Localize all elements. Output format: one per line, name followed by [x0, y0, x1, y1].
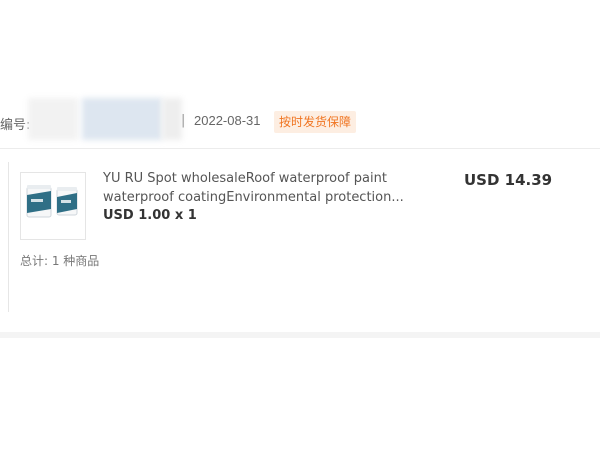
order-number-label: 编号:: [0, 118, 31, 133]
order-list-page: 编号: | 2022-08-31 按时发货保障 YU RU Spot whole…: [0, 0, 600, 450]
product-thumbnail[interactable]: [20, 172, 86, 240]
order-body: YU RU Spot wholesaleRoof waterproof pain…: [0, 149, 600, 334]
divider: [8, 162, 9, 312]
section-divider: [0, 332, 600, 338]
order-total-amount: USD 14.39: [464, 171, 553, 189]
redacted-order-number: [82, 98, 162, 140]
items-count: 总计: 1 种商品: [20, 254, 100, 268]
redacted-order-number: [162, 98, 182, 140]
header-separator: |: [181, 113, 186, 128]
product-price-quantity: USD 1.00 x 1: [103, 208, 197, 223]
redacted-order-number: [28, 98, 78, 140]
paint-bucket-icon: [26, 185, 78, 218]
order-date: 2022-08-31: [194, 113, 261, 128]
product-title-link[interactable]: YU RU Spot wholesaleRoof waterproof pain…: [103, 169, 423, 207]
ontime-shipping-badge[interactable]: 按时发货保障: [274, 111, 357, 133]
